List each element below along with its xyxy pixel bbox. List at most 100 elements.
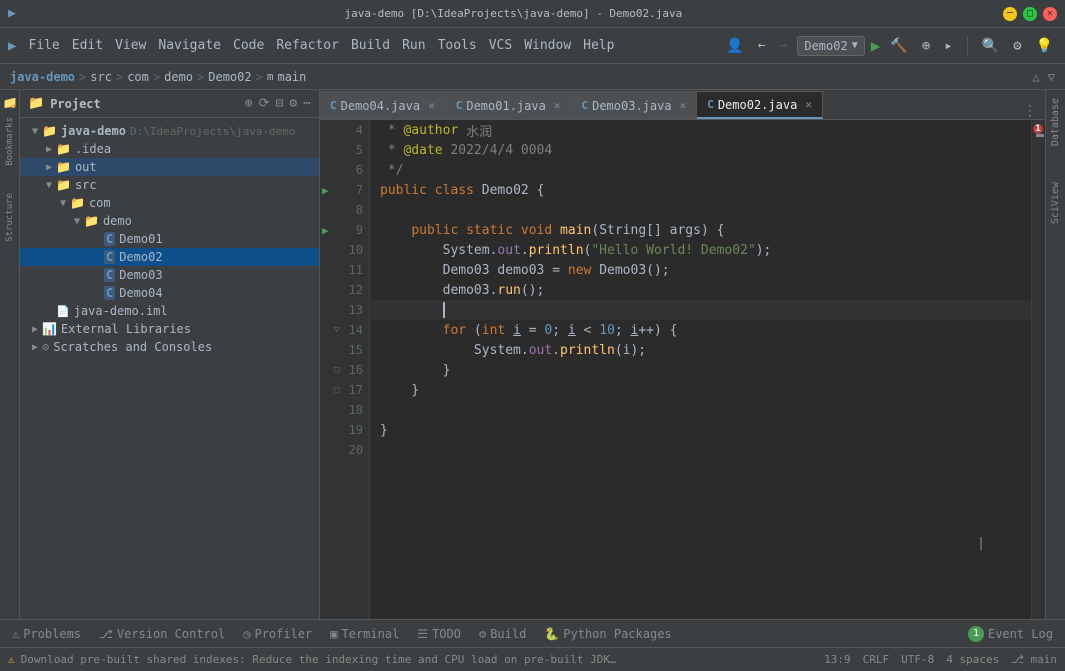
tab-demo04[interactable]: C Demo04.java ✕ xyxy=(320,91,446,119)
settings-button[interactable]: ⚙ xyxy=(1009,36,1025,56)
tree-item-com[interactable]: ▼ 📁 com xyxy=(20,194,319,212)
more-actions[interactable]: ⋯ xyxy=(303,96,311,111)
view-menu[interactable]: View xyxy=(111,36,150,55)
breadcrumb-demo02[interactable]: Demo02 xyxy=(208,70,251,84)
project-settings[interactable]: ⚙ xyxy=(289,96,297,111)
build-tab[interactable]: ⚙ Build xyxy=(471,622,534,646)
tab-demo03[interactable]: C Demo03.java ✕ xyxy=(571,91,697,119)
coverage-button[interactable]: ⊕ xyxy=(918,36,934,56)
gutter-15: 15 xyxy=(320,340,369,360)
bookmarks-tab[interactable]: Bookmarks xyxy=(5,117,15,166)
tools-menu[interactable]: Tools xyxy=(434,36,481,55)
navigate-back-button[interactable]: ← xyxy=(754,36,770,55)
database-tab[interactable]: Database xyxy=(1048,94,1063,150)
breadcrumb-project[interactable]: java-demo xyxy=(10,70,75,84)
tree-item-external-libs[interactable]: ▶ 📊 External Libraries xyxy=(20,320,319,338)
profiler-icon: ◷ xyxy=(243,627,250,641)
project-panel-tools[interactable]: ⊕ ⟳ ⊟ ⚙ ⋯ xyxy=(245,96,311,111)
editor-main: 4 5 6 ▶ 7 8 ▶ 9 10 11 12 13 ▽ 14 xyxy=(320,120,1045,619)
code-editor[interactable]: * @author 水润 * @date 2022/4/4 0004 */ pu… xyxy=(370,120,1031,619)
more-tabs-button[interactable]: ⋮ xyxy=(1015,103,1045,119)
breadcrumb-up-button[interactable]: △ xyxy=(1033,70,1040,84)
run-menu[interactable]: Run xyxy=(398,36,429,55)
warning-icon: ⚠ xyxy=(8,653,15,666)
run-arrow-9[interactable]: ▶ xyxy=(322,224,329,237)
fold-icon-14[interactable]: ▽ xyxy=(334,325,339,335)
tree-item-demo02[interactable]: ▶ C Demo02 xyxy=(20,248,319,266)
tree-item-demo01[interactable]: ▶ C Demo01 xyxy=(20,230,319,248)
tab-label-demo01: Demo01.java xyxy=(466,99,545,113)
breadcrumb-src[interactable]: src xyxy=(90,70,112,84)
add-content-root[interactable]: ⊕ xyxy=(245,96,253,111)
navigate-menu[interactable]: Navigate xyxy=(154,36,225,55)
todo-label: TODO xyxy=(432,627,461,641)
breadcrumb-down-button[interactable]: ▽ xyxy=(1048,70,1055,84)
ide-features-button[interactable]: 💡 xyxy=(1032,36,1057,56)
profiler-tab[interactable]: ◷ Profiler xyxy=(235,622,320,646)
tree-label-demo01: Demo01 xyxy=(119,232,162,246)
charset[interactable]: UTF-8 xyxy=(901,653,934,666)
fold-icon-16[interactable]: □ xyxy=(334,365,339,375)
breadcrumb-main[interactable]: main xyxy=(277,70,306,84)
structure-tab[interactable]: Structure xyxy=(5,193,15,242)
collapse-all[interactable]: ⊟ xyxy=(276,96,284,111)
sync-files[interactable]: ⟳ xyxy=(259,96,270,111)
fold-icon-17[interactable]: □ xyxy=(334,385,339,395)
problems-tab[interactable]: ⚠ Problems xyxy=(4,622,89,646)
tree-item-src[interactable]: ▼ 📁 src xyxy=(20,176,319,194)
tab-demo02[interactable]: C Demo02.java ✕ xyxy=(697,91,823,119)
navigate-forward-button[interactable]: → xyxy=(776,36,792,55)
tree-label-com: com xyxy=(89,196,111,210)
indent-size[interactable]: 4 spaces xyxy=(946,653,999,666)
tab-demo01[interactable]: C Demo01.java ✕ xyxy=(446,91,572,119)
window-menu[interactable]: Window xyxy=(520,36,575,55)
version-control-tab[interactable]: ⎇ Version Control xyxy=(91,622,233,646)
terminal-tab[interactable]: ▣ Terminal xyxy=(322,622,407,646)
run-arrow-7[interactable]: ▶ xyxy=(322,184,329,197)
title-bar: ▶ const menuData = JSON.parse(document.g… xyxy=(0,0,1065,28)
run-button[interactable]: ▶ xyxy=(871,36,881,55)
scroll-thumb[interactable] xyxy=(1036,134,1044,137)
project-icon[interactable]: 📁 xyxy=(3,94,17,109)
tab-close-demo04[interactable]: ✕ xyxy=(428,99,435,112)
right-scroll-gutter: 1 xyxy=(1031,120,1045,619)
tree-item-java-demo[interactable]: ▼ 📁 java-demo D:\IdeaProjects\java-demo xyxy=(20,122,319,140)
tree-item-demo03[interactable]: ▶ C Demo03 xyxy=(20,266,319,284)
more-run-options[interactable]: ▸ xyxy=(940,36,956,56)
close-button[interactable]: ✕ xyxy=(1043,7,1057,21)
todo-tab[interactable]: ☰ TODO xyxy=(409,622,469,646)
breadcrumb-com[interactable]: com xyxy=(127,70,149,84)
minimize-button[interactable]: ─ xyxy=(1003,7,1017,21)
gutter-8: 8 xyxy=(320,200,369,220)
tab-close-demo03[interactable]: ✕ xyxy=(680,99,687,112)
tree-item-out[interactable]: ▶ 📁 out xyxy=(20,158,319,176)
search-everywhere-button[interactable]: 🔍 xyxy=(978,36,1003,56)
tab-close-demo01[interactable]: ✕ xyxy=(554,99,561,112)
tab-close-demo02[interactable]: ✕ xyxy=(805,98,812,111)
file-menu[interactable]: File xyxy=(24,36,63,55)
help-menu[interactable]: Help xyxy=(579,36,618,55)
refactor-menu[interactable]: Refactor xyxy=(272,36,343,55)
python-packages-tab[interactable]: 🐍 Python Packages xyxy=(536,622,679,646)
tree-item-demo[interactable]: ▼ 📁 demo xyxy=(20,212,319,230)
event-log-button[interactable]: 1 Event Log xyxy=(960,624,1061,644)
user-icon[interactable]: 👤 xyxy=(722,36,747,56)
line-ending[interactable]: CRLF xyxy=(863,653,890,666)
breadcrumb-demo[interactable]: demo xyxy=(164,70,193,84)
cursor-position[interactable]: 13:9 xyxy=(824,653,851,666)
vcs-menu[interactable]: VCS xyxy=(485,36,516,55)
status-message[interactable]: Download pre-built shared indexes: Reduc… xyxy=(21,653,621,666)
tree-item-iml[interactable]: ▶ 📄 java-demo.iml xyxy=(20,302,319,320)
text-cursor xyxy=(443,302,445,318)
sciview-tab[interactable]: SciView xyxy=(1048,178,1063,228)
build-button[interactable]: 🔨 xyxy=(886,36,911,56)
tree-item-demo04[interactable]: ▶ C Demo04 xyxy=(20,284,319,302)
edit-menu[interactable]: Edit xyxy=(68,36,107,55)
maximize-button[interactable]: □ xyxy=(1023,7,1037,21)
run-config-selector[interactable]: Demo02 ▼ xyxy=(797,36,864,56)
tree-item-idea[interactable]: ▶ 📁 .idea xyxy=(20,140,319,158)
tree-item-scratches[interactable]: ▶ ⊙ Scratches and Consoles xyxy=(20,338,319,356)
code-menu[interactable]: Code xyxy=(229,36,268,55)
build-menu[interactable]: Build xyxy=(347,36,394,55)
event-count: 1 xyxy=(968,626,984,642)
